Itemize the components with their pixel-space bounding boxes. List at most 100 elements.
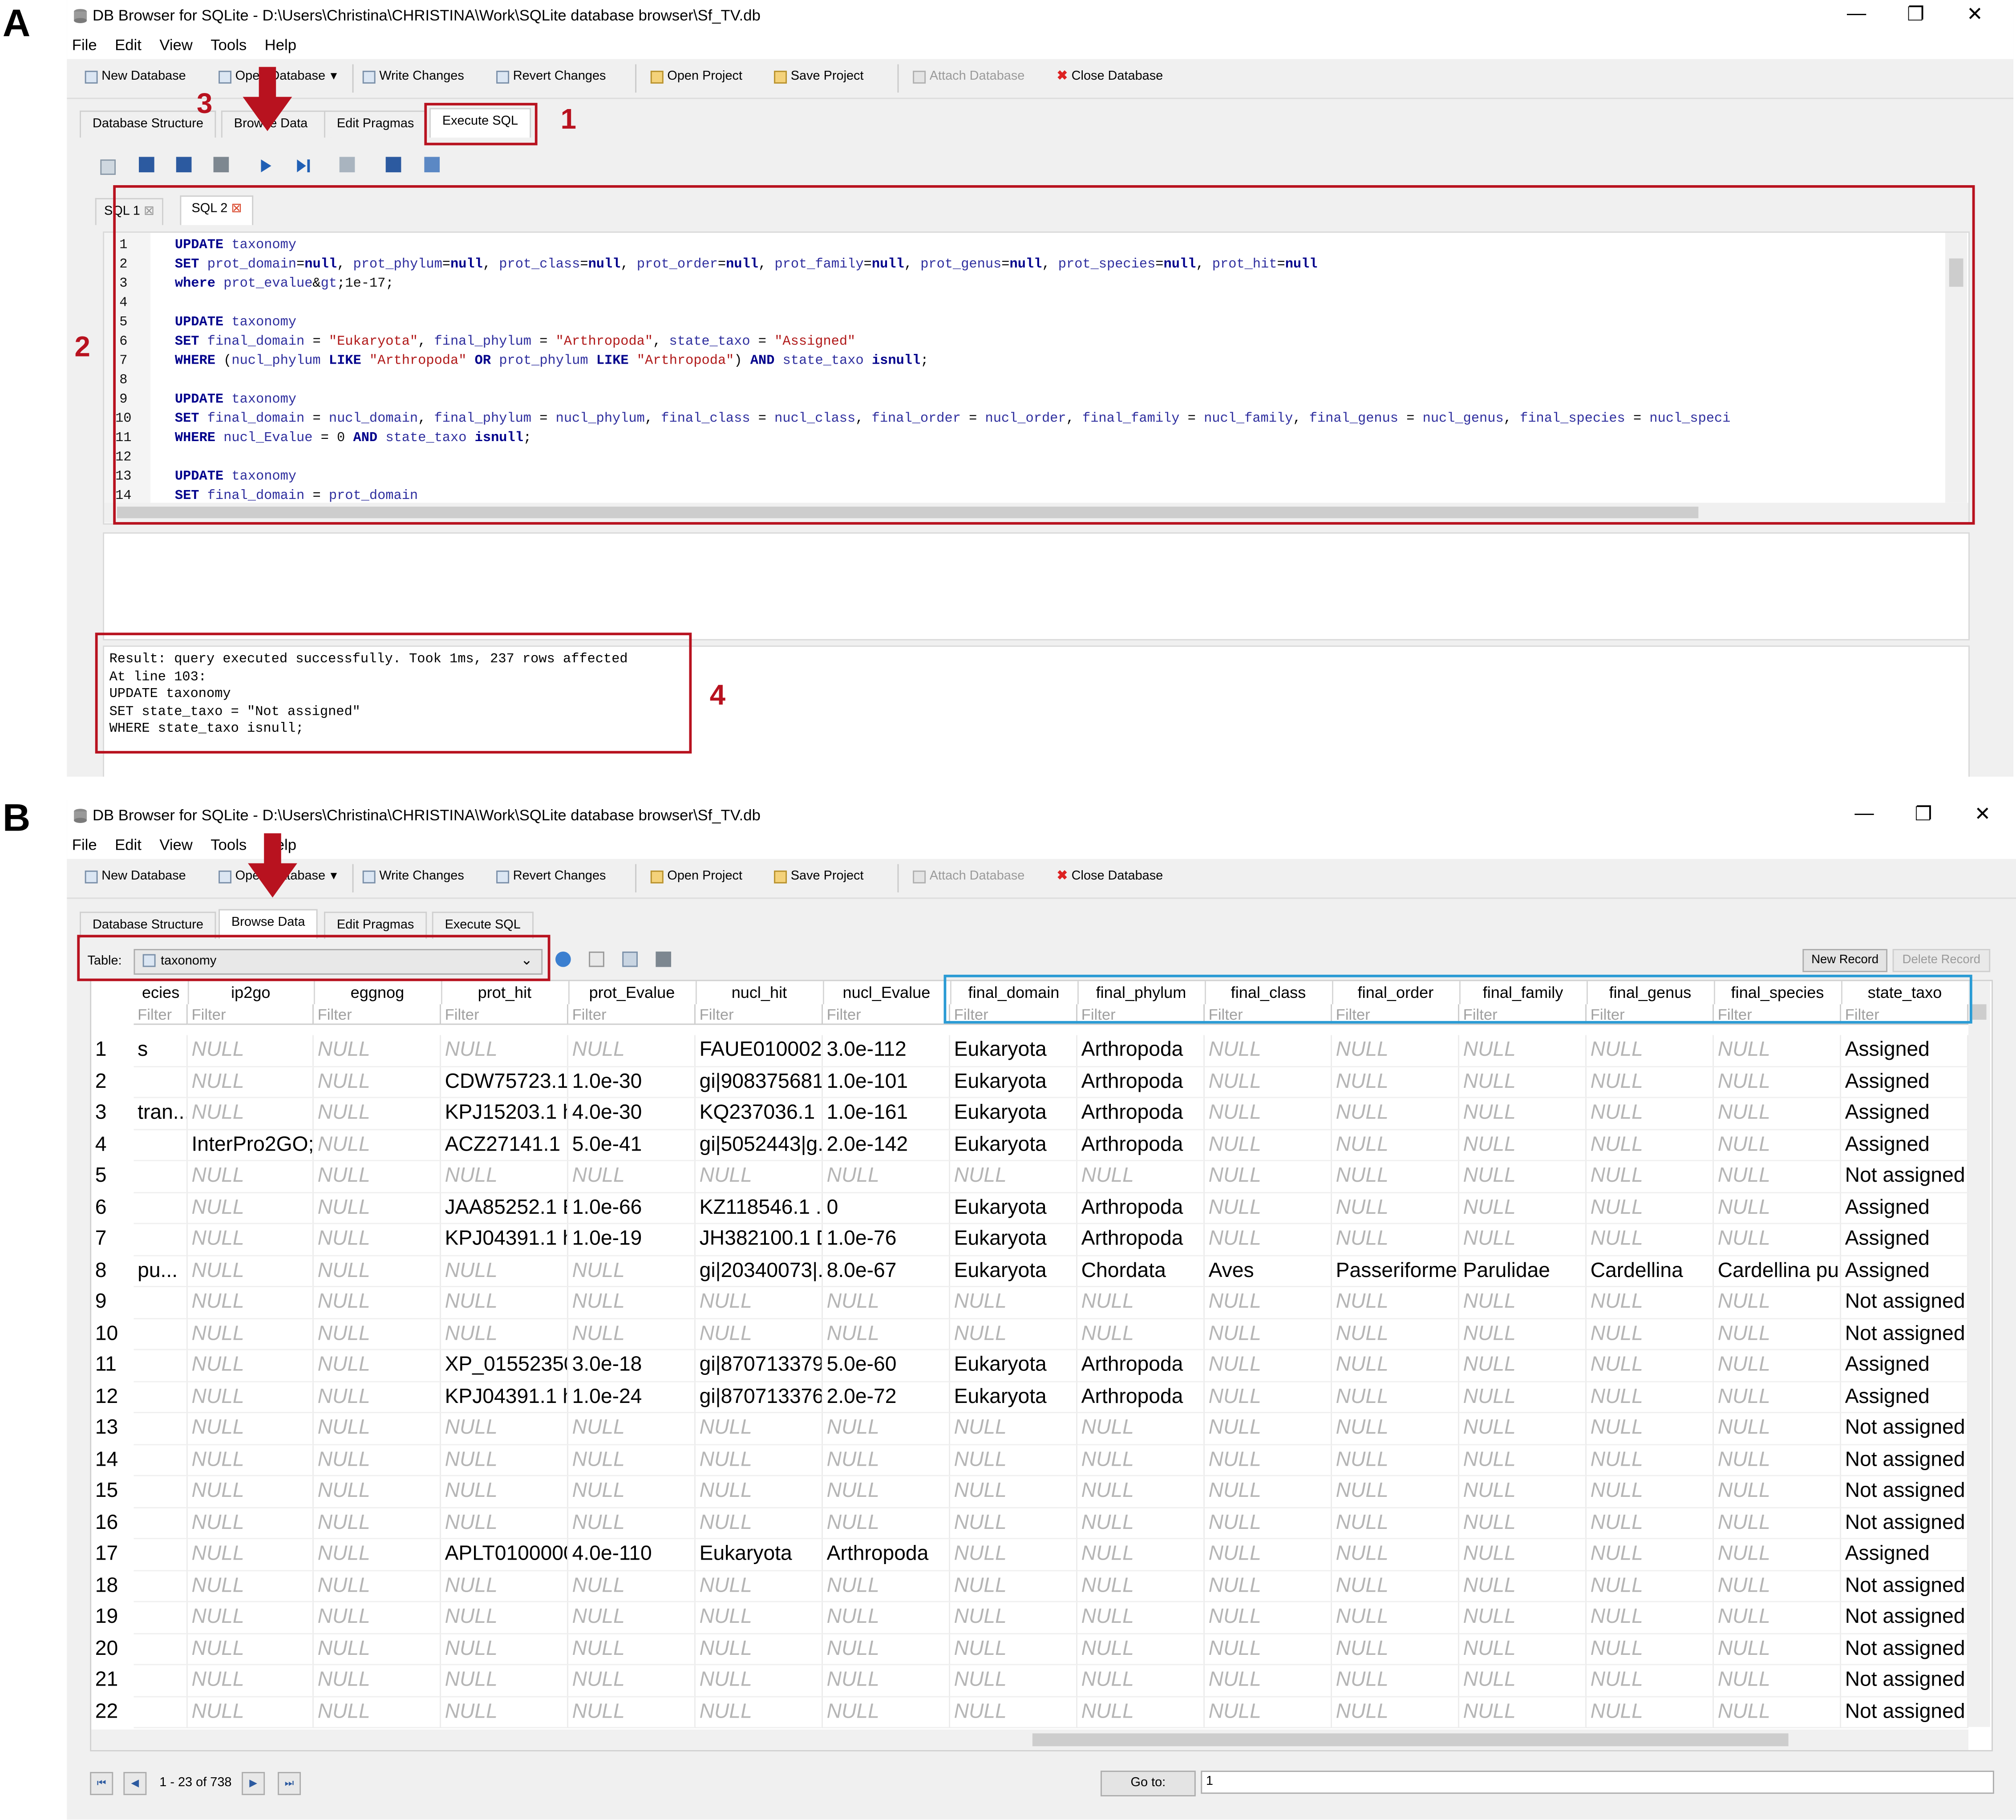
menu-edit[interactable]: Edit bbox=[115, 36, 142, 54]
table-cell[interactable]: Arthropoda bbox=[1077, 1098, 1205, 1130]
execute-all-icon[interactable] bbox=[260, 158, 273, 174]
row-number[interactable]: 1 bbox=[91, 1035, 134, 1067]
table-cell[interactable]: KZ118546.1 ... bbox=[695, 1192, 823, 1224]
table-cell[interactable]: NULL bbox=[1587, 1066, 1714, 1098]
table-cell[interactable]: NULL bbox=[568, 1318, 696, 1350]
table-cell[interactable]: 5.0e-41 bbox=[568, 1129, 696, 1161]
table-cell[interactable]: NULL bbox=[313, 1539, 441, 1571]
minimize-button[interactable]: — bbox=[1841, 3, 1872, 24]
tab-browse-data[interactable]: Browse Data bbox=[219, 909, 318, 939]
table-cell[interactable]: NULL bbox=[695, 1476, 823, 1508]
table-cell[interactable]: NULL bbox=[695, 1665, 823, 1697]
table-cell[interactable]: InterPro2GO;... bbox=[187, 1129, 314, 1161]
table-cell[interactable] bbox=[134, 1161, 188, 1193]
table-cell[interactable]: NULL bbox=[1587, 1476, 1714, 1508]
table-cell[interactable]: 1.0e-66 bbox=[568, 1192, 696, 1224]
table-cell[interactable]: CDW75723.1 ... bbox=[441, 1066, 568, 1098]
new-database-button[interactable]: New Database bbox=[85, 869, 186, 884]
table-cell[interactable]: NULL bbox=[1204, 1665, 1332, 1697]
table-cell[interactable]: Eukaryota bbox=[950, 1350, 1077, 1382]
open-tab-icon[interactable] bbox=[100, 159, 116, 175]
table-cell[interactable] bbox=[134, 1539, 188, 1571]
table-cell[interactable]: KQ237036.1 ... bbox=[695, 1098, 823, 1130]
table-cell[interactable]: JAA85252.1 B... bbox=[441, 1192, 568, 1224]
row-number[interactable]: 2 bbox=[91, 1066, 134, 1098]
table-cell[interactable]: NULL bbox=[950, 1697, 1077, 1728]
table-cell[interactable]: Cardellina pu... bbox=[1714, 1256, 1842, 1287]
menu-edit[interactable]: Edit bbox=[115, 836, 142, 854]
table-cell[interactable]: 1.0e-30 bbox=[568, 1066, 696, 1098]
table-cell[interactable]: NULL bbox=[313, 1634, 441, 1666]
table-cell[interactable]: NULL bbox=[187, 1665, 314, 1697]
menu-help[interactable]: Help bbox=[265, 36, 296, 54]
table-cell[interactable]: NULL bbox=[441, 1256, 568, 1287]
table-cell[interactable]: NULL bbox=[1714, 1350, 1842, 1382]
table-cell[interactable]: NULL bbox=[1204, 1476, 1332, 1508]
first-page-icon[interactable]: ⏮ bbox=[90, 1772, 113, 1796]
table-cell[interactable]: NULL bbox=[568, 1634, 696, 1666]
filter-input[interactable]: Filter bbox=[822, 1004, 950, 1025]
table-cell[interactable]: NULL bbox=[950, 1634, 1077, 1666]
table-cell[interactable]: NULL bbox=[1459, 1066, 1587, 1098]
table-cell[interactable] bbox=[134, 1192, 188, 1224]
table-cell[interactable]: 1.0e-76 bbox=[822, 1224, 950, 1256]
column-header-eggnog[interactable]: eggnog bbox=[314, 981, 442, 1005]
table-cell[interactable]: NULL bbox=[1204, 1570, 1332, 1602]
table-cell[interactable]: NULL bbox=[1332, 1476, 1460, 1508]
tab-edit-pragmas[interactable]: Edit Pragmas bbox=[324, 110, 427, 138]
table-cell[interactable]: NULL bbox=[187, 1697, 314, 1728]
table-cell[interactable]: NULL bbox=[695, 1444, 823, 1476]
table-cell[interactable]: 3.0e-112 bbox=[822, 1035, 950, 1067]
table-cell[interactable]: NULL bbox=[1077, 1413, 1205, 1445]
delete-record-button[interactable]: Delete Record bbox=[1892, 949, 1991, 973]
table-cell[interactable]: Not assigned bbox=[1841, 1570, 1969, 1602]
table-cell[interactable]: NULL bbox=[1459, 1224, 1587, 1256]
table-cell[interactable] bbox=[134, 1224, 188, 1256]
table-cell[interactable]: Arthropoda bbox=[1077, 1224, 1205, 1256]
table-cell[interactable]: NULL bbox=[1714, 1129, 1842, 1161]
table-cell[interactable]: NULL bbox=[950, 1287, 1077, 1319]
row-number[interactable]: 19 bbox=[91, 1602, 134, 1634]
table-cell[interactable]: 8.0e-67 bbox=[822, 1256, 950, 1287]
row-number[interactable]: 10 bbox=[91, 1319, 134, 1350]
table-cell[interactable]: NULL bbox=[1459, 1602, 1587, 1634]
open-project-button[interactable]: Open Project bbox=[650, 869, 742, 884]
table-cell[interactable]: Eukaryota bbox=[950, 1129, 1077, 1161]
table-cell[interactable]: NULL bbox=[1587, 1287, 1714, 1319]
table-cell[interactable]: NULL bbox=[1459, 1287, 1587, 1319]
table-cell[interactable]: NULL bbox=[1332, 1508, 1460, 1540]
table-cell[interactable]: NULL bbox=[1077, 1287, 1205, 1319]
table-cell[interactable]: 1.0e-24 bbox=[568, 1382, 696, 1414]
table-cell[interactable]: NULL bbox=[1587, 1444, 1714, 1476]
table-cell[interactable] bbox=[134, 1350, 188, 1382]
table-cell[interactable]: NULL bbox=[1459, 1382, 1587, 1414]
table-cell[interactable]: Arthropoda bbox=[1077, 1350, 1205, 1382]
table-cell[interactable]: NULL bbox=[950, 1508, 1077, 1540]
table-cell[interactable] bbox=[134, 1665, 188, 1697]
table-cell[interactable]: NULL bbox=[1459, 1098, 1587, 1130]
table-cell[interactable]: NULL bbox=[313, 1098, 441, 1130]
table-cell[interactable]: NULL bbox=[1204, 1192, 1332, 1224]
table-cell[interactable]: NULL bbox=[1204, 1634, 1332, 1666]
find-replace-icon[interactable] bbox=[424, 157, 440, 173]
table-cell[interactable]: NULL bbox=[822, 1602, 950, 1634]
table-cell[interactable]: NULL bbox=[187, 1444, 314, 1476]
table-cell[interactable]: NULL bbox=[187, 1224, 314, 1256]
table-cell[interactable]: Arthropoda bbox=[1077, 1382, 1205, 1414]
table-cell[interactable]: 5.0e-60 bbox=[822, 1350, 950, 1382]
table-cell[interactable]: NULL bbox=[1332, 1035, 1460, 1067]
table-cell[interactable]: NULL bbox=[695, 1697, 823, 1728]
row-number[interactable]: 17 bbox=[91, 1539, 134, 1571]
table-cell[interactable]: NULL bbox=[313, 1508, 441, 1540]
restore-button[interactable]: ❐ bbox=[1908, 803, 1939, 826]
table-cell[interactable]: NULL bbox=[1204, 1413, 1332, 1445]
table-cell[interactable]: pu... bbox=[134, 1256, 188, 1287]
table-cell[interactable]: NULL bbox=[441, 1413, 568, 1445]
table-cell[interactable]: NULL bbox=[950, 1161, 1077, 1193]
table-cell[interactable]: NULL bbox=[1714, 1413, 1842, 1445]
table-cell[interactable]: NULL bbox=[1714, 1192, 1842, 1224]
table-cell[interactable]: NULL bbox=[187, 1161, 314, 1193]
table-cell[interactable]: Arthropoda bbox=[1077, 1192, 1205, 1224]
table-cell[interactable]: NULL bbox=[822, 1476, 950, 1508]
table-cell[interactable]: NULL bbox=[1587, 1035, 1714, 1067]
